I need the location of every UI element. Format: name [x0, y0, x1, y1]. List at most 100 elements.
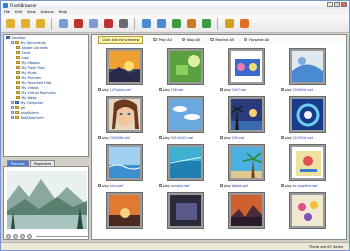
- file-name-link[interactable]: 12Flydod.swf: [110, 88, 131, 92]
- thumbnail-card[interactable]: [159, 192, 214, 238]
- play-link[interactable]: play: [163, 88, 170, 92]
- thumbnail-card[interactable]: play 222904c.swf: [281, 96, 336, 142]
- thumbnail-image[interactable]: [167, 48, 204, 85]
- thumbnail-card[interactable]: play 158.swf: [159, 48, 214, 94]
- capture-button[interactable]: [185, 18, 197, 30]
- play-all-option[interactable]: Play All: [153, 38, 172, 42]
- preview-link-button[interactable]: Click link for preview: [98, 35, 144, 44]
- thumbnail-card[interactable]: play biabia.swf: [220, 144, 275, 190]
- play-link[interactable]: play: [224, 88, 231, 92]
- folder-tree[interactable]: Desktop + My Documents Adobe Libraries Excel…: [3, 34, 89, 157]
- expand-icon[interactable]: +: [11, 111, 14, 114]
- thumbnail-image[interactable]: [228, 48, 265, 85]
- play-link[interactable]: play: [224, 184, 231, 188]
- paste-button[interactable]: [87, 18, 99, 30]
- cut-button[interactable]: [72, 18, 84, 30]
- play-link[interactable]: play: [224, 136, 231, 140]
- file-name-link[interactable]: 200906c.swf: [110, 136, 130, 140]
- thumbnail-card[interactable]: play 200906c.swf: [98, 96, 153, 142]
- thumbnail-image[interactable]: [106, 96, 143, 133]
- globe-button[interactable]: [170, 18, 182, 30]
- select-checkbox[interactable]: [159, 184, 162, 187]
- menu-edit[interactable]: Edit: [15, 10, 22, 14]
- forward-all-option[interactable]: Forward All: [243, 38, 269, 42]
- minimize-button[interactable]: –: [327, 2, 333, 7]
- thumbnail-image[interactable]: [228, 192, 265, 229]
- copy-button[interactable]: [57, 18, 69, 30]
- folder-open-button[interactable]: [19, 18, 31, 30]
- file-name-link[interactable]: arcs.swf: [110, 184, 123, 188]
- file-name-link[interactable]: bc-together.swf: [293, 184, 318, 188]
- properties-button[interactable]: [117, 18, 129, 30]
- file-name-link[interactable]: 222904c.swf: [293, 136, 313, 140]
- select-checkbox[interactable]: [220, 184, 223, 187]
- thumbnail-card[interactable]: play 209.swf: [220, 96, 275, 142]
- thumbnail-card[interactable]: play arcs.swf: [98, 144, 153, 190]
- thumbnail-image[interactable]: [167, 144, 204, 181]
- stop-icon[interactable]: [20, 234, 25, 239]
- thumbnail-card[interactable]: [281, 192, 336, 238]
- select-checkbox[interactable]: [281, 184, 284, 187]
- thumbnail-image[interactable]: [167, 96, 204, 133]
- close-button[interactable]: ×: [341, 2, 347, 7]
- tree-item[interactable]: + ToolDemForm: [4, 115, 88, 120]
- play-link[interactable]: play: [285, 184, 292, 188]
- file-name-link[interactable]: 209.swf: [232, 136, 245, 140]
- rewind-icon[interactable]: [27, 234, 32, 239]
- menu-file[interactable]: File: [4, 10, 10, 14]
- help-button[interactable]: [238, 18, 250, 30]
- expand-icon[interactable]: +: [11, 106, 14, 109]
- thumbnail-image[interactable]: [106, 192, 143, 229]
- thumbnail-card[interactable]: play 20100401.swf: [159, 96, 214, 142]
- thumbnail-image[interactable]: [289, 96, 326, 133]
- play-link[interactable]: play: [163, 136, 170, 140]
- select-checkbox[interactable]: [159, 88, 162, 91]
- select-checkbox[interactable]: [159, 136, 162, 139]
- details-button[interactable]: [155, 18, 167, 30]
- expand-icon[interactable]: +: [11, 116, 14, 119]
- refresh-button[interactable]: [200, 18, 212, 30]
- thumbnail-card[interactable]: play 200904c.swf: [281, 48, 336, 94]
- thumbnail-card[interactable]: [220, 192, 275, 238]
- select-checkbox[interactable]: [220, 136, 223, 139]
- file-name-link[interactable]: 158.swf: [171, 88, 184, 92]
- thumbnail-card[interactable]: [98, 192, 153, 238]
- menu-help[interactable]: Help: [59, 10, 67, 14]
- play-icon[interactable]: [6, 234, 11, 239]
- play-link[interactable]: play: [102, 184, 109, 188]
- thumbnail-image[interactable]: [167, 192, 204, 229]
- thumbnail-image[interactable]: [289, 144, 326, 181]
- maximize-button[interactable]: □: [334, 2, 340, 7]
- folder-up-button[interactable]: [4, 18, 16, 30]
- pause-icon[interactable]: [13, 234, 18, 239]
- rewind-all-option[interactable]: Rewind All: [210, 38, 234, 42]
- select-checkbox[interactable]: [98, 136, 101, 139]
- menu-view[interactable]: View: [27, 10, 36, 14]
- play-link[interactable]: play: [285, 88, 292, 92]
- thumbnail-image[interactable]: [289, 48, 326, 85]
- seek-slider[interactable]: [36, 235, 88, 238]
- play-link[interactable]: play: [163, 184, 170, 188]
- select-checkbox[interactable]: [281, 88, 284, 91]
- stop-all-option[interactable]: Stop All: [181, 38, 200, 42]
- thumbnail-image[interactable]: [228, 144, 265, 181]
- file-name-link[interactable]: 20100401.swf: [171, 136, 194, 140]
- play-link[interactable]: play: [102, 136, 109, 140]
- menu-actions[interactable]: Actions: [41, 10, 54, 14]
- thumbnail-card[interactable]: play bc-together.swf: [281, 144, 336, 190]
- select-checkbox[interactable]: [281, 136, 284, 139]
- play-link[interactable]: play: [102, 88, 109, 92]
- thumbnails-button[interactable]: [140, 18, 152, 30]
- favorites-button[interactable]: [34, 18, 46, 30]
- thumbnail-image[interactable]: [228, 96, 265, 133]
- play-link[interactable]: play: [285, 136, 292, 140]
- thumbnail-image[interactable]: [106, 48, 143, 85]
- file-name-link[interactable]: 1947.swf: [232, 88, 247, 92]
- file-name-link[interactable]: 200904c.swf: [293, 88, 313, 92]
- thumbnail-card[interactable]: play 12Flydod.swf: [98, 48, 153, 94]
- delete-button[interactable]: [102, 18, 114, 30]
- select-checkbox[interactable]: [98, 88, 101, 91]
- thumbnail-image[interactable]: [106, 144, 143, 181]
- expand-icon[interactable]: +: [11, 41, 14, 44]
- thumbnail-image[interactable]: [289, 192, 326, 229]
